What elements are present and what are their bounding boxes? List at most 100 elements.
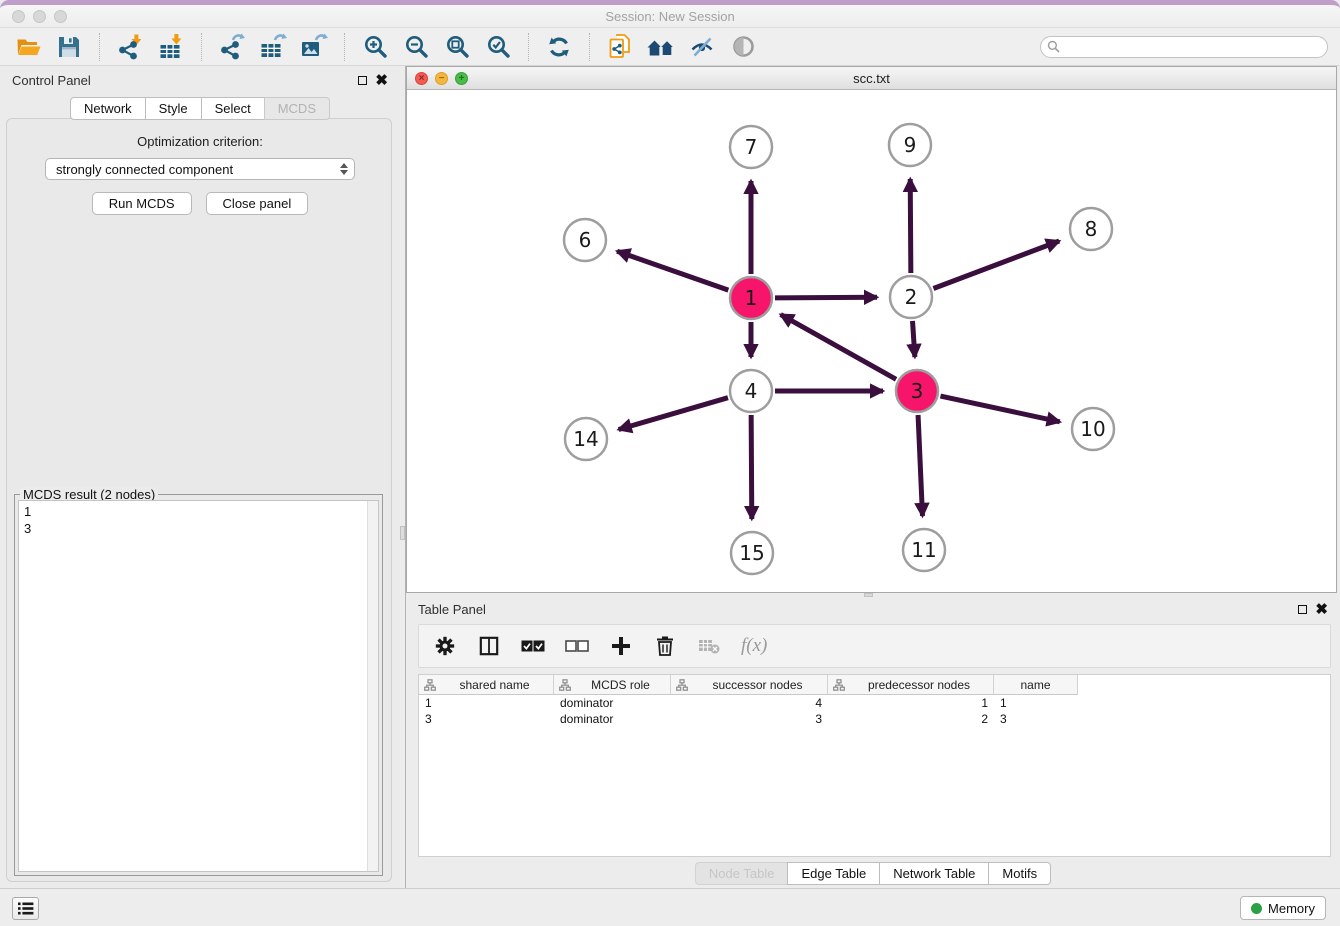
table-row[interactable]: 1dominator411 <box>419 695 1330 711</box>
hide-selected-icon[interactable] <box>686 32 718 62</box>
column-header-mcds-role[interactable]: MCDS role <box>554 675 671 695</box>
mcds-result-group: MCDS result (2 nodes) 13 <box>14 494 383 876</box>
graph-node-7[interactable]: 7 <box>730 126 772 168</box>
search-input[interactable] <box>1040 36 1328 58</box>
result-line: 1 <box>24 503 373 520</box>
splitter-grip[interactable] <box>400 526 405 540</box>
show-column-icon[interactable] <box>477 634 501 658</box>
graph-edge-4-14[interactable] <box>619 398 728 430</box>
export-network-icon[interactable] <box>216 32 248 62</box>
show-hidden-icon[interactable] <box>727 32 759 62</box>
graph-node-15[interactable]: 15 <box>731 532 773 574</box>
column-label: MCDS role <box>571 678 670 692</box>
graph-edge-3-11[interactable] <box>918 415 922 516</box>
toolbar-separator <box>99 33 100 61</box>
graph-node-6[interactable]: 6 <box>564 219 606 261</box>
first-neighbors-icon[interactable] <box>645 32 677 62</box>
graph-node-9[interactable]: 9 <box>889 124 931 166</box>
node-label: 2 <box>905 285 918 309</box>
tab-node-table[interactable]: Node Table <box>695 862 789 885</box>
node-table[interactable]: shared name MCDS rolesuccessor nodesprede… <box>418 674 1331 857</box>
optimization-criterion-label: Optimization criterion: <box>0 134 400 149</box>
show-panels-button[interactable] <box>12 897 39 920</box>
table-cell: 1 <box>994 695 1078 711</box>
zoom-selected-icon[interactable] <box>482 32 514 62</box>
zoom-out-icon[interactable] <box>400 32 432 62</box>
close-panel-icon[interactable]: ✖ <box>375 76 388 85</box>
graph-node-3[interactable]: 3 <box>896 370 938 412</box>
table-cell: 1 <box>419 695 554 711</box>
tab-mcds[interactable]: MCDS <box>264 97 330 120</box>
toolbar-separator <box>344 33 345 61</box>
graph-node-1[interactable]: 1 <box>730 277 772 319</box>
add-column-icon[interactable] <box>609 634 633 658</box>
save-session-icon[interactable] <box>53 32 85 62</box>
delete-column-icon[interactable] <box>653 634 677 658</box>
tab-network[interactable]: Network <box>70 97 146 120</box>
tab-edge-table[interactable]: Edge Table <box>787 862 880 885</box>
memory-label: Memory <box>1268 901 1315 916</box>
graph-edge-4-15[interactable] <box>751 415 752 519</box>
table-settings-icon[interactable] <box>433 634 457 658</box>
delete-table-icon <box>697 634 721 658</box>
result-line: 3 <box>24 520 373 537</box>
table-cell: 2 <box>828 711 994 727</box>
graph-node-14[interactable]: 14 <box>565 418 607 460</box>
graph-edge-1-2[interactable] <box>775 297 877 298</box>
tab-motifs[interactable]: Motifs <box>988 862 1051 885</box>
refresh-view-icon[interactable] <box>543 32 575 62</box>
table-panel-header: Table Panel ✖ <box>406 597 1340 622</box>
import-network-icon[interactable] <box>114 32 146 62</box>
duplicate-network-icon[interactable] <box>604 32 636 62</box>
mcds-result-list[interactable]: 13 <box>18 500 379 872</box>
node-label: 15 <box>739 541 764 565</box>
column-header-shared-name[interactable]: shared name <box>419 675 554 695</box>
column-header-predecessor-nodes[interactable]: predecessor nodes <box>828 675 994 695</box>
column-header-name[interactable]: name <box>994 675 1078 695</box>
run-mcds-button[interactable]: Run MCDS <box>92 192 192 215</box>
graph-edge-2-3[interactable] <box>913 321 915 357</box>
deselect-all-columns-icon[interactable] <box>565 634 589 658</box>
column-header-successor-nodes[interactable]: successor nodes <box>671 675 828 695</box>
graph-edge-3-1[interactable] <box>781 315 896 380</box>
float-panel-icon[interactable] <box>1298 605 1307 614</box>
select-all-columns-icon[interactable] <box>521 634 545 658</box>
float-panel-icon[interactable] <box>358 76 367 85</box>
graph-edge-3-10[interactable] <box>940 396 1059 422</box>
graph-node-8[interactable]: 8 <box>1070 208 1112 250</box>
graph-edge-2-8[interactable] <box>933 241 1059 289</box>
toolbar-separator <box>589 33 590 61</box>
table-row[interactable]: 3dominator323 <box>419 711 1330 727</box>
tab-style[interactable]: Style <box>145 97 202 120</box>
export-table-icon[interactable] <box>257 32 289 62</box>
tab-select[interactable]: Select <box>201 97 265 120</box>
network-window-title: scc.txt <box>407 71 1336 86</box>
graph-node-11[interactable]: 11 <box>903 529 945 571</box>
result-scrollbar[interactable] <box>367 501 378 871</box>
graph-node-10[interactable]: 10 <box>1072 408 1114 450</box>
memory-button[interactable]: Memory <box>1240 896 1326 920</box>
column-type-icon <box>559 679 571 691</box>
criterion-dropdown[interactable]: strongly connected component <box>45 158 355 180</box>
control-panel-header: Control Panel ✖ <box>0 66 400 94</box>
export-image-icon[interactable] <box>298 32 330 62</box>
network-canvas[interactable]: 7 9 6 8 1 2 4 3 14 10 15 11 <box>407 90 1336 592</box>
close-panel-button[interactable]: Close panel <box>206 192 309 215</box>
toolbar-search <box>1040 36 1328 58</box>
open-session-icon[interactable] <box>12 32 44 62</box>
zoom-fit-icon[interactable] <box>441 32 473 62</box>
graph-node-4[interactable]: 4 <box>730 370 772 412</box>
main-toolbar <box>0 28 1340 66</box>
import-table-icon[interactable] <box>155 32 187 62</box>
node-label: 4 <box>745 379 758 403</box>
graph-edge-2-9[interactable] <box>910 179 911 273</box>
node-label: 8 <box>1085 217 1098 241</box>
column-type-icon <box>676 679 688 691</box>
table-cell: 1 <box>828 695 994 711</box>
toolbar-separator <box>528 33 529 61</box>
graph-edge-1-6[interactable] <box>617 251 728 290</box>
close-panel-icon[interactable]: ✖ <box>1315 605 1328 614</box>
graph-node-2[interactable]: 2 <box>890 276 932 318</box>
tab-network-table[interactable]: Network Table <box>879 862 989 885</box>
zoom-in-icon[interactable] <box>359 32 391 62</box>
